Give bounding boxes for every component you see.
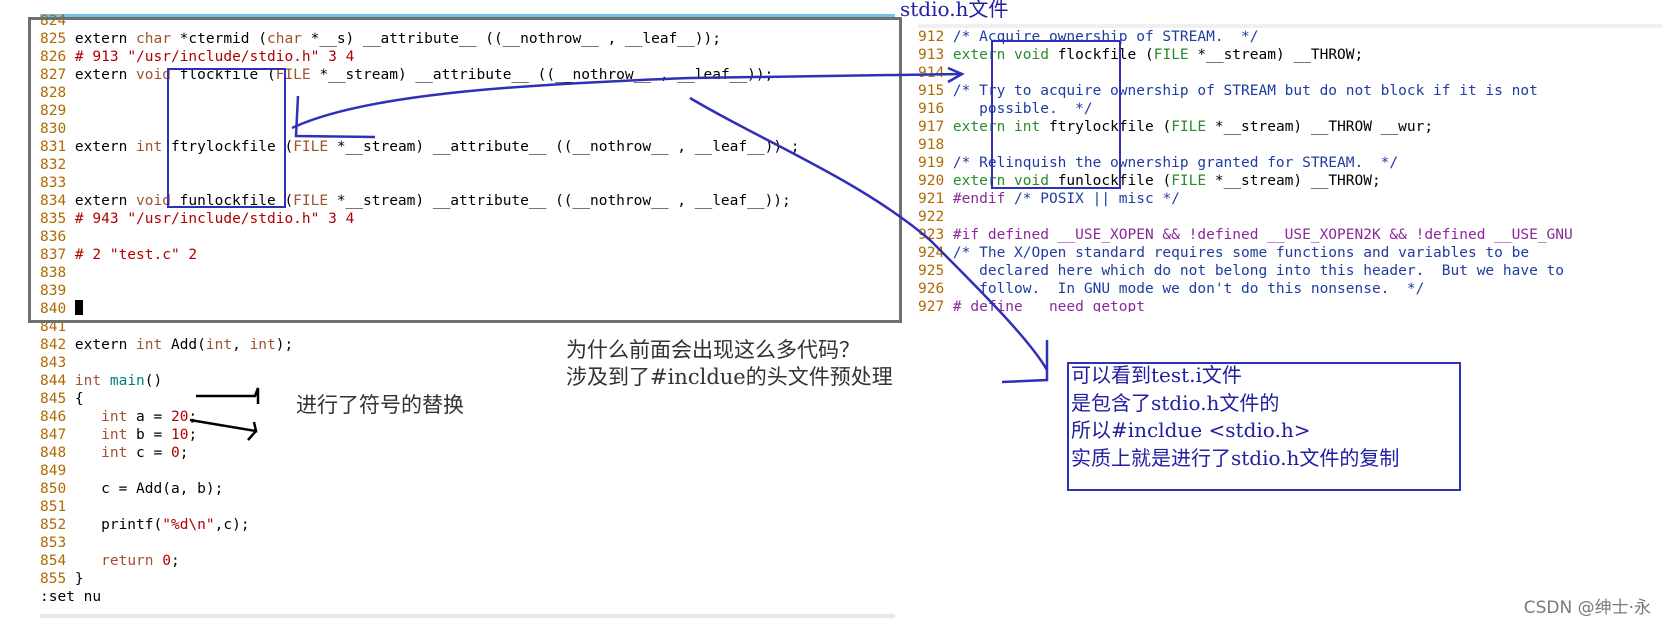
arrow-left-bracket (294, 95, 376, 139)
arrow-to-right-panel (689, 72, 963, 80)
handdrawn-arrows (189, 66, 1049, 441)
arrow-line-846 (196, 387, 260, 404)
arrow-to-explanation (689, 96, 1049, 371)
arrow-line-848 (189, 418, 258, 441)
arrow-curve-upper (291, 76, 691, 130)
csdn-watermark: CSDN @绅士·永 (1523, 598, 1651, 618)
